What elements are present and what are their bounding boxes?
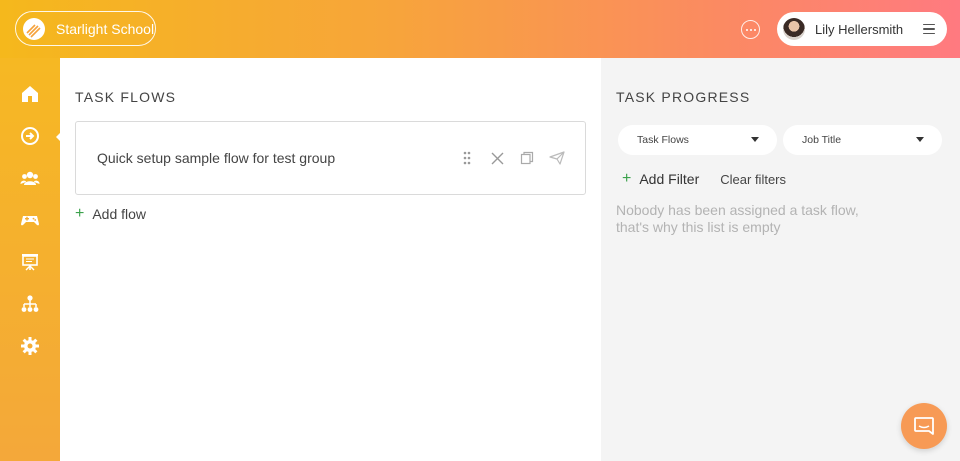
task-progress-title: TASK PROGRESS: [616, 89, 751, 105]
task-flows-title: TASK FLOWS: [75, 89, 177, 105]
job-title-filter-dropdown[interactable]: Job Title: [783, 125, 942, 155]
clear-filters-button[interactable]: Clear filters: [720, 172, 786, 187]
delete-icon[interactable]: [489, 150, 505, 166]
filter-actions: + Add Filter Clear filters: [622, 170, 786, 188]
school-name: Starlight School: [56, 20, 155, 37]
dot-icon: [753, 28, 756, 31]
job-title-filter-value: Job Title: [802, 134, 842, 146]
chevron-down-icon: [916, 137, 924, 142]
task-progress-panel: TASK PROGRESS Task Flows Job Title + Add…: [601, 58, 960, 461]
plus-icon: +: [622, 170, 632, 187]
empty-state-message: Nobody has been assigned a task flow, th…: [616, 202, 859, 235]
task-flows-filter-value: Task Flows: [637, 134, 689, 146]
plus-icon: +: [75, 205, 85, 222]
dot-icon: [745, 28, 748, 31]
flow-card[interactable]: Quick setup sample flow for test group: [75, 121, 586, 195]
gear-icon[interactable]: [20, 336, 40, 356]
chat-icon: [914, 417, 934, 435]
flow-name: Quick setup sample flow for test group: [97, 150, 336, 166]
school-logo-icon: [23, 17, 45, 40]
add-filter-button[interactable]: Add Filter: [639, 171, 699, 187]
user-name: Lily Hellersmith: [815, 21, 904, 37]
duplicate-icon[interactable]: [519, 150, 535, 166]
presentation-icon[interactable]: [20, 252, 40, 272]
gamepad-icon[interactable]: [20, 210, 40, 230]
add-flow-label: Add flow: [92, 206, 147, 222]
avatar: [783, 18, 805, 40]
chevron-down-icon: [751, 137, 759, 142]
more-options-button[interactable]: [741, 20, 760, 39]
home-icon[interactable]: [20, 84, 40, 104]
people-icon[interactable]: [20, 168, 40, 188]
drag-handle-icon[interactable]: [459, 150, 475, 166]
top-bar: Starlight School Lily Hellersmith: [0, 0, 960, 58]
send-icon[interactable]: [549, 150, 565, 166]
org-chart-icon[interactable]: [20, 294, 40, 314]
task-flows-icon[interactable]: [20, 126, 40, 146]
task-flows-filter-dropdown[interactable]: Task Flows: [618, 125, 777, 155]
flow-actions: [459, 150, 565, 166]
user-menu[interactable]: Lily Hellersmith: [777, 12, 947, 46]
task-flows-panel: TASK FLOWS Quick setup sample flow for t…: [60, 58, 601, 461]
add-flow-button[interactable]: + Add flow: [75, 205, 147, 223]
school-switcher[interactable]: Starlight School: [15, 11, 156, 46]
chat-button[interactable]: [901, 403, 947, 449]
hamburger-menu-icon[interactable]: [923, 23, 935, 35]
sidebar: [0, 58, 61, 461]
dot-icon: [749, 28, 752, 31]
